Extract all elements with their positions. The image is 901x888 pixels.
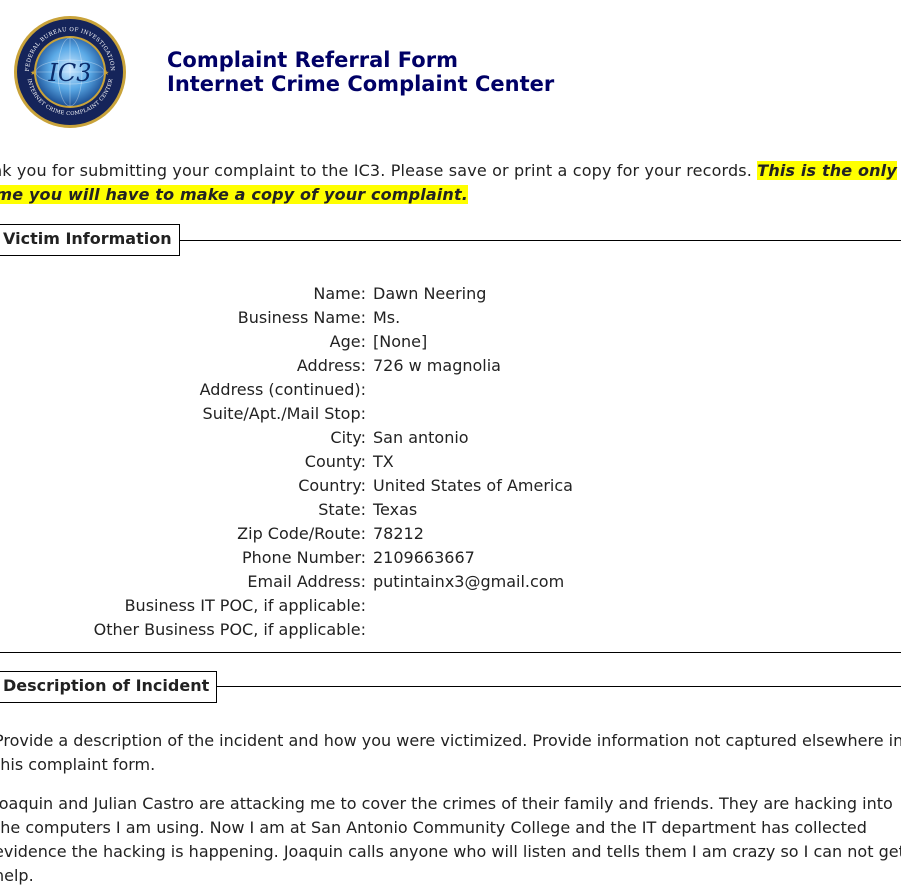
field-label: Business IT POC, if applicable: — [124, 596, 366, 615]
field-label: Name: — [313, 284, 366, 303]
field-label: Address: — [296, 356, 366, 375]
field-value: 2109663667 — [373, 548, 475, 567]
incident-description: Joaquin and Julian Castro are attacking … — [0, 794, 901, 885]
field-label: Business Name: — [237, 308, 366, 327]
field-label: Email Address: — [247, 572, 366, 591]
incident-section-legend: Description of Incident — [0, 671, 218, 703]
field-value: [None] — [373, 332, 428, 351]
svg-text:★: ★ — [30, 69, 36, 77]
field-label: State: — [318, 500, 366, 519]
field-value: TX — [373, 452, 394, 471]
page-title: Complaint Referral Form Internet Crime C… — [167, 48, 554, 96]
ic3-seal-logo: FEDERAL BUREAU OF INVESTIGATION INTERNET… — [14, 16, 126, 128]
field-label: Age: — [329, 332, 366, 351]
field-label: Address (continued): — [199, 380, 366, 399]
incident-prompt: Provide a description of the incident an… — [0, 731, 901, 774]
field-value: Dawn Neering — [373, 284, 487, 303]
thank-you-notice: ank you for submitting your complaint to… — [0, 159, 901, 207]
field-label: Zip Code/Route: — [237, 524, 366, 543]
field-label: Phone Number: — [241, 548, 366, 567]
seal-center-text: IC3 — [47, 59, 91, 87]
form-title: Complaint Referral Form — [167, 48, 458, 72]
field-value: Ms. — [373, 308, 401, 327]
field-value: 78212 — [373, 524, 424, 543]
field-label: City: — [330, 428, 366, 447]
field-label: County: — [304, 452, 366, 471]
field-value: 726 w magnolia — [373, 356, 501, 375]
notice-text: ank you for submitting your complaint to… — [0, 161, 753, 180]
field-label: Suite/Apt./Mail Stop: — [202, 404, 366, 423]
field-label: Country: — [298, 476, 366, 495]
field-value: United States of America — [373, 476, 573, 495]
field-label: Other Business POC, if applicable: — [93, 620, 366, 639]
field-value: San antonio — [373, 428, 469, 447]
field-value: Texas — [373, 500, 418, 519]
section-divider — [0, 652, 901, 653]
field-value: putintainx3@gmail.com — [373, 572, 565, 591]
svg-text:★: ★ — [103, 69, 109, 77]
center-title: Internet Crime Complaint Center — [167, 72, 555, 96]
victim-section-legend: Victim Information — [0, 224, 180, 256]
